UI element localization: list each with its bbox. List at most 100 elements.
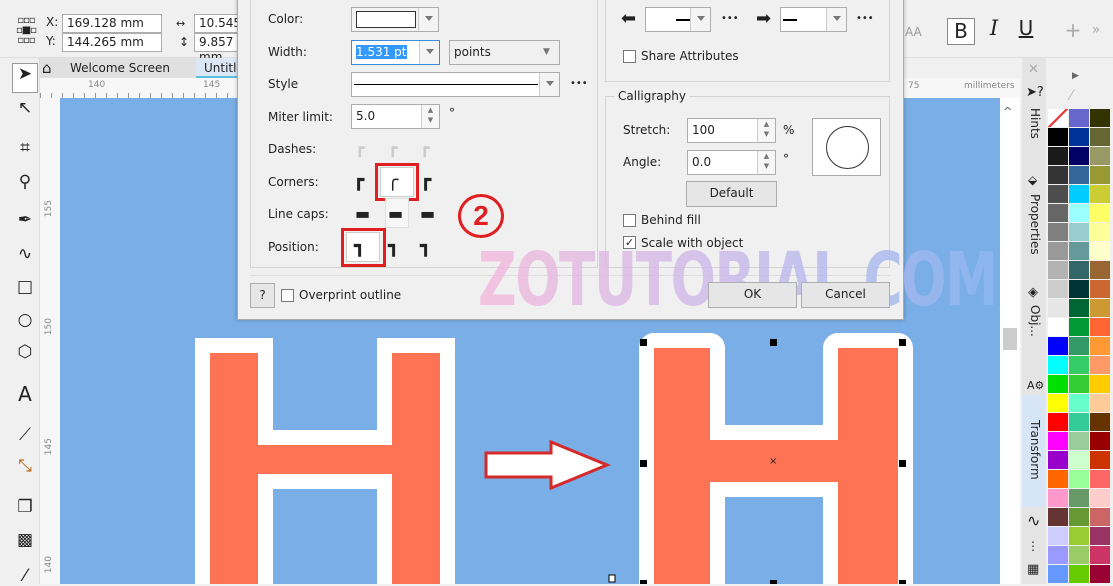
color-swatch[interactable] (1090, 242, 1110, 260)
color-swatch[interactable] (1090, 185, 1110, 203)
style-more-button[interactable]: ••• (570, 78, 588, 89)
color-swatch[interactable] (1069, 128, 1089, 146)
color-swatch[interactable] (1048, 451, 1068, 469)
color-swatch[interactable] (1069, 470, 1089, 488)
square-cap-icon[interactable]: ▬ (420, 206, 435, 222)
color-swatch[interactable] (1069, 318, 1089, 336)
angle-input[interactable]: 0.0 ▲ ▼ (687, 150, 776, 175)
color-swatch[interactable] (1048, 147, 1068, 165)
color-swatch[interactable] (1090, 147, 1110, 165)
color-swatch[interactable] (1090, 375, 1110, 393)
start-arrowhead-select[interactable] (645, 7, 711, 32)
color-swatch[interactable] (1048, 128, 1068, 146)
color-swatch[interactable] (1090, 109, 1110, 127)
end-arrow-more-button[interactable]: ••• (856, 13, 874, 24)
color-swatch[interactable] (1090, 432, 1110, 450)
scale-with-object-checkbox[interactable]: ✓ (623, 236, 636, 249)
color-swatch[interactable] (1048, 185, 1068, 203)
color-swatch[interactable] (1090, 565, 1110, 583)
color-swatch[interactable] (1090, 451, 1110, 469)
color-swatch[interactable] (1090, 546, 1110, 564)
color-swatch[interactable] (1090, 527, 1110, 545)
color-swatch[interactable] (1069, 261, 1089, 279)
color-swatch[interactable] (1069, 451, 1089, 469)
docker-tab-properties[interactable]: Properties (1028, 194, 1042, 255)
width-input[interactable]: 1.531 pt (351, 40, 440, 65)
color-swatch[interactable] (1090, 223, 1110, 241)
color-picker[interactable] (351, 7, 439, 32)
color-swatch[interactable] (1069, 413, 1089, 431)
bezier-docker-icon[interactable]: ∿ (1027, 513, 1040, 529)
color-swatch[interactable] (1048, 546, 1068, 564)
color-swatch[interactable] (1069, 166, 1089, 184)
color-swatch[interactable] (1069, 147, 1089, 165)
color-swatch[interactable] (1048, 508, 1068, 526)
color-swatch[interactable] (1048, 261, 1068, 279)
miter-limit-input[interactable]: 5.0 ▲ ▼ (351, 104, 440, 129)
color-swatch[interactable] (1069, 432, 1089, 450)
color-swatch[interactable] (1090, 204, 1110, 222)
color-swatch[interactable] (1090, 394, 1110, 412)
color-swatch[interactable] (1090, 356, 1110, 374)
color-docker-icon[interactable]: ▦ (1027, 562, 1039, 578)
stretch-spinner[interactable]: ▲ ▼ (757, 119, 775, 142)
color-swatch[interactable] (1048, 223, 1068, 241)
color-swatch[interactable] (1048, 337, 1068, 355)
color-swatch[interactable] (1069, 109, 1089, 127)
color-swatch[interactable] (1048, 489, 1068, 507)
color-swatch[interactable] (1048, 565, 1068, 583)
close-docker-icon[interactable]: ✕ (1028, 62, 1039, 78)
bevel-corner-icon[interactable]: ┏ (420, 171, 431, 190)
color-swatch[interactable] (1069, 242, 1089, 260)
color-swatch[interactable] (1069, 527, 1089, 545)
color-swatch[interactable] (1090, 413, 1110, 431)
color-swatch[interactable] (1069, 356, 1089, 374)
eyedropper-palette-icon[interactable]: ⁄ (1070, 88, 1072, 104)
connector-docker-icon[interactable]: ⋮ (1027, 538, 1039, 554)
docker-tab-hints[interactable]: Hints (1028, 108, 1042, 139)
color-swatch[interactable] (1069, 337, 1089, 355)
color-swatch[interactable] (1069, 185, 1089, 203)
color-swatch[interactable] (1090, 261, 1110, 279)
behind-fill-label[interactable]: Behind fill (641, 213, 701, 227)
docker-tab-objects[interactable]: Obj... (1028, 305, 1042, 337)
color-swatch[interactable] (1090, 489, 1110, 507)
miter-spinner[interactable]: ▲ ▼ (421, 105, 439, 128)
round-cap-icon[interactable]: ▬ (388, 206, 403, 222)
color-swatch[interactable] (1048, 166, 1068, 184)
color-swatch[interactable] (1048, 470, 1068, 488)
color-swatch[interactable] (1069, 299, 1089, 317)
ok-button[interactable]: OK (708, 282, 797, 308)
color-swatch[interactable] (1048, 318, 1068, 336)
color-swatch[interactable] (1048, 242, 1068, 260)
color-swatch[interactable] (1090, 280, 1110, 298)
color-swatch[interactable] (1048, 204, 1068, 222)
color-swatch[interactable] (1048, 413, 1068, 431)
color-swatch[interactable] (1090, 128, 1110, 146)
cancel-button[interactable]: Cancel (801, 282, 890, 308)
inside-position-icon[interactable]: ┓ (420, 237, 431, 256)
style-select[interactable] (351, 72, 560, 97)
stretch-input[interactable]: 100 ▲ ▼ (687, 118, 776, 143)
start-arrow-more-button[interactable]: ••• (721, 13, 739, 24)
color-swatch[interactable] (1048, 280, 1068, 298)
color-swatch[interactable] (1048, 356, 1068, 374)
default-button[interactable]: Default (686, 181, 777, 207)
center-position-icon[interactable]: ┓ (388, 237, 399, 256)
color-swatch[interactable] (1090, 299, 1110, 317)
end-arrowhead-select[interactable] (780, 7, 847, 32)
color-swatch[interactable] (1069, 280, 1089, 298)
scrollbar-thumb[interactable] (1003, 328, 1017, 350)
color-swatch[interactable] (1069, 394, 1089, 412)
palette-scroll-icon[interactable]: ▶ (1072, 68, 1079, 84)
overprint-outline-checkbox[interactable] (281, 289, 294, 302)
color-swatch[interactable] (1069, 565, 1089, 583)
scroll-up-icon[interactable]: ^ (1003, 104, 1012, 120)
color-swatch[interactable] (1048, 299, 1068, 317)
color-swatch[interactable] (1069, 489, 1089, 507)
color-swatch[interactable] (1090, 166, 1110, 184)
angle-spinner[interactable]: ▲ ▼ (757, 151, 775, 174)
no-color-swatch[interactable] (1048, 109, 1068, 127)
behind-fill-checkbox[interactable] (623, 214, 636, 227)
butt-cap-icon[interactable]: ▬ (355, 206, 370, 222)
